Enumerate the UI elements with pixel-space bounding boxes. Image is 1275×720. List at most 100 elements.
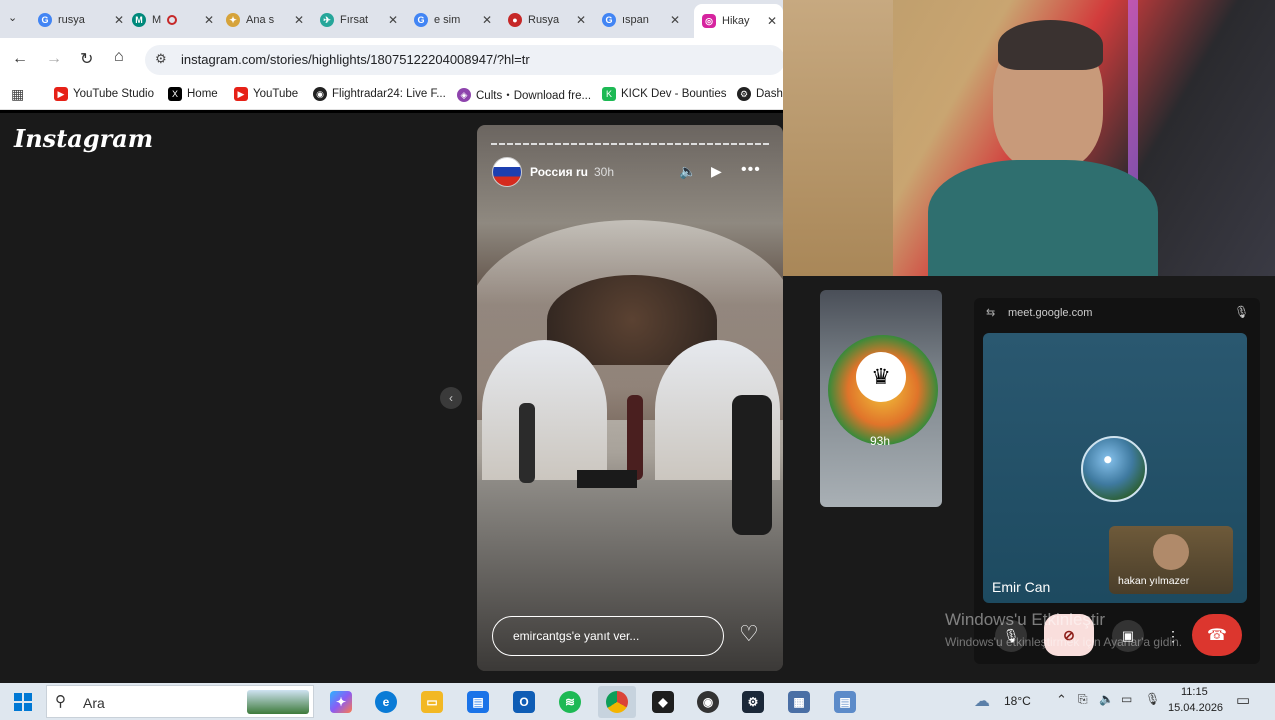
home-icon[interactable]: ⌂ [114,48,124,66]
steam-icon[interactable]: ⚙ [742,691,764,713]
tray-icon[interactable]: ⎘ [1078,692,1088,707]
mute-icon[interactable]: 🔈 [679,163,696,180]
close-icon[interactable]: ✕ [482,13,492,27]
bookmark-label: YouTube Studio [73,88,154,100]
taskbar: ⚲ Ara ✦ e ▭ ▤ O ≋ ◆ ◉ ⚙ ▦ ▤ ☁ 18°C ⌃ ⎘ 🔈… [0,683,1275,720]
participant-avatar [1081,436,1147,502]
bookmark-kick[interactable]: K KICK Dev - Bounties [602,87,726,101]
tab-4[interactable]: ✈ Fırsat ✕ [320,6,404,34]
apps-grid-icon[interactable]: ▦ [11,86,24,103]
notepad-icon[interactable]: ▤ [834,691,856,713]
volume-icon[interactable]: 🔈 [1099,692,1114,706]
close-icon[interactable]: ✕ [204,13,214,27]
tab-label: Ana s [246,14,275,26]
close-icon[interactable]: ✕ [294,13,304,27]
chevron-up-icon[interactable]: ⌃ [1056,692,1067,708]
activation-watermark-sub: Windows'u etkinleştirmek için Ayarlar'a … [945,635,1183,649]
close-icon[interactable]: ✕ [576,13,586,27]
capcut-icon[interactable]: ◆ [652,691,674,713]
bookmarks-bar: ▦ ▶ YouTube Studio X Home ▶ YouTube ◉ Fl… [0,80,783,110]
back-icon[interactable]: ← [12,50,28,68]
tab-1[interactable]: G rusya ✕ [38,6,130,34]
close-icon[interactable]: ✕ [388,13,398,27]
meet-settings-icon[interactable]: ⇆ [986,306,995,319]
edge-icon[interactable]: e [375,691,397,713]
tab-2[interactable]: M M ✕ [132,6,220,34]
tab-label: Hikay [722,15,750,27]
meet-stage: Emir Can hakan yılmazer [983,333,1247,603]
forward-icon[interactable]: → [46,50,62,68]
copilot-icon[interactable]: ✦ [330,691,352,713]
bookmark-home[interactable]: X Home [168,87,218,101]
microphone-icon[interactable]: 🎙 [1145,692,1160,706]
tab-label: Fırsat [340,14,369,26]
calculator-icon[interactable]: ▦ [788,691,810,713]
site-settings-icon[interactable]: ⚙ [155,51,167,67]
story-time: 30h [594,165,615,179]
clock-time[interactable]: 11:15 [1181,686,1208,698]
weather-icon[interactable]: ☁ [974,691,990,711]
bookmark-flightradar[interactable]: ◉ Flightradar24: Live F... [313,87,446,101]
taskbar-search[interactable]: ⚲ Ara [46,685,314,718]
reply-input[interactable]: emircantgs'e yanıt ver... [492,616,724,656]
participant-tile[interactable]: hakan yılmazer [1109,526,1233,594]
recording-icon [167,15,178,25]
radar-icon: ◉ [313,87,327,101]
url-text[interactable]: instagram.com/stories/highlights/1807512… [181,52,530,67]
tab-search-chevron-icon[interactable]: ⌄ [8,11,26,27]
main-participant-name: Emir Can [992,579,1051,595]
store-icon[interactable]: ▤ [467,691,489,713]
instagram-icon: ◎ [702,14,716,28]
tab-5[interactable]: G e sim ✕ [414,6,498,34]
next-story-preview[interactable]: ♛ 93h [820,290,942,507]
tab-label: ıspan [622,14,649,26]
outlook-icon[interactable]: O [513,691,535,713]
chrome-icon[interactable] [606,691,628,713]
start-button[interactable] [14,693,32,711]
meet-url: meet.google.com [1008,307,1093,319]
bookmark-cults[interactable]: ◈ Cults・Download fre... [457,87,591,103]
close-icon[interactable]: ✕ [114,13,124,27]
story-progress-bars [491,143,769,145]
spotify-icon[interactable]: ≋ [559,691,581,713]
story-username[interactable]: Россия ru [530,165,588,179]
flight-icon: ✈ [320,13,334,27]
close-icon[interactable]: ✕ [670,13,680,27]
person-shirt [928,160,1158,276]
cults-icon: ◈ [457,88,471,102]
webcam-overlay [783,0,1275,276]
heart-icon[interactable]: ♡ [739,621,759,647]
instagram-logo[interactable]: Instagram [14,124,153,153]
prev-story-button[interactable]: ‹ [440,387,462,409]
network-icon[interactable]: ▭ [1121,692,1132,706]
close-icon[interactable]: ✕ [767,14,777,28]
tab-label: e sim [434,14,461,26]
bookmark-youtube[interactable]: ▶ YouTube [234,87,298,101]
more-options-icon[interactable]: ••• [741,161,761,179]
tab-8-active[interactable]: ◎ Hikay ✕ [694,4,783,38]
weather-temp[interactable]: 18°C [1004,694,1031,708]
google-icon: G [414,13,428,27]
passerby [732,395,772,535]
tab-7[interactable]: G ıspan ✕ [602,6,686,34]
reload-icon[interactable]: ↻ [80,49,93,69]
wardrobe [783,0,893,276]
file-explorer-icon[interactable]: ▭ [421,691,443,713]
play-icon[interactable]: ▶ [711,163,722,180]
bookmark-youtube-studio[interactable]: ▶ YouTube Studio [54,87,154,101]
tab-6[interactable]: ● Rusya ✕ [508,6,592,34]
amp-case [577,470,637,488]
youtube-icon: ▶ [54,87,68,101]
bookmark-dash[interactable]: ⚙ Dash [737,87,783,101]
participant-thumbnail [1153,534,1189,570]
obs-icon[interactable]: ◉ [697,691,719,713]
meet-icon: M [132,13,146,27]
singer [627,395,643,480]
youtube-icon: ▶ [234,87,248,101]
avatar[interactable] [492,157,522,187]
tab-3[interactable]: ✦ Ana s ✕ [226,6,310,34]
clock-date[interactable]: 15.04.2026 [1168,702,1223,714]
notifications-icon[interactable]: ▭ [1236,691,1250,709]
story-viewer[interactable]: Россия ru 30h 🔈 ▶ ••• emircantgs'e yanıt… [477,125,783,671]
kick-icon: K [602,87,616,101]
